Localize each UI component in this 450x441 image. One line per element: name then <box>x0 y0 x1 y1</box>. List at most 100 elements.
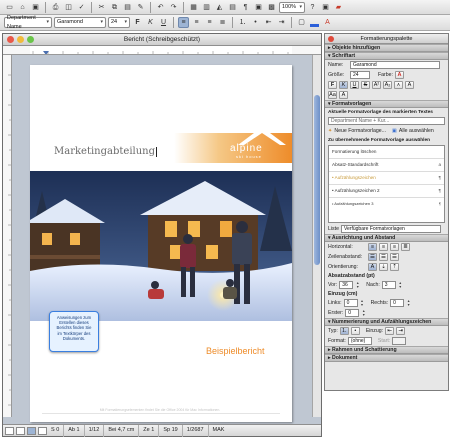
numbered-list-button[interactable]: ⒈ <box>339 327 349 335</box>
bold-toggle[interactable]: F <box>328 81 337 89</box>
cut-icon[interactable]: ✂ <box>96 2 107 13</box>
draft-view-button[interactable] <box>5 426 14 435</box>
increase-indent-button[interactable]: ⇥ <box>396 327 406 335</box>
copy-icon[interactable]: ⧉ <box>109 2 120 13</box>
style-list-item[interactable]: Absatz-Standardschrift a <box>329 159 444 172</box>
section-styles[interactable]: ▾ Formatvorlagen <box>325 100 448 108</box>
indent-left-field[interactable]: 0 <box>343 299 358 307</box>
winter-cabin-photo[interactable] <box>30 171 292 321</box>
close-window-button[interactable] <box>7 36 14 43</box>
font-select[interactable]: Garamond ▾ <box>54 17 106 28</box>
font-color-button[interactable]: A <box>395 71 404 79</box>
justify-icon[interactable]: ≣ <box>217 17 228 28</box>
increase-indent-icon[interactable]: ⇥ <box>276 17 287 28</box>
vertical-ruler[interactable] <box>3 55 12 417</box>
align-justify-button[interactable]: ≣ <box>401 243 410 251</box>
document-page[interactable]: alpine ski house Marketingabteilung Anwe… <box>30 65 292 422</box>
font-name-field[interactable]: Garamond <box>350 61 440 69</box>
one-half-spacing-button[interactable]: ☰ <box>379 253 388 261</box>
paragraph-mark-icon[interactable]: ¶ <box>240 2 251 13</box>
align-left-button[interactable]: ≡ <box>368 243 377 251</box>
report-title[interactable]: Beispielbericht <box>206 346 265 356</box>
align-center-icon[interactable]: ≡ <box>191 17 202 28</box>
style-list-item[interactable]: • Aufzählungszeichen ¶ <box>329 172 444 185</box>
italic-toggle[interactable]: K <box>339 81 348 89</box>
spelling-icon[interactable]: ✓ <box>76 2 87 13</box>
spacing-before-field[interactable]: 36 <box>339 281 354 289</box>
highlight-icon[interactable] <box>309 17 320 28</box>
bullets-icon[interactable]: • <box>250 17 261 28</box>
table-icon[interactable]: ▦ <box>188 2 199 13</box>
numbering-start-field[interactable] <box>392 337 407 345</box>
indent-first-stepper[interactable]: ▴ ▾ <box>361 309 366 317</box>
underline-button[interactable]: U <box>158 17 169 28</box>
underline-toggle[interactable]: U <box>350 81 359 89</box>
minimize-window-button[interactable] <box>17 36 24 43</box>
print-icon[interactable]: ⎙ <box>50 2 61 13</box>
indent-right-stepper[interactable]: ▴ ▾ <box>406 299 411 307</box>
align-right-button[interactable]: ≡ <box>390 243 399 251</box>
bold-button[interactable]: F <box>132 17 143 28</box>
vertical-scrollbar[interactable] <box>312 55 321 417</box>
style-list-filter-select[interactable]: Verfügbare Formatvorlagen <box>340 225 441 233</box>
italic-button[interactable]: K <box>145 17 156 28</box>
columns-icon[interactable]: ▥ <box>201 2 212 13</box>
subscript-toggle[interactable]: A₂ <box>383 81 392 89</box>
indent-right-field[interactable]: 0 <box>390 299 405 307</box>
toolbox-icon[interactable]: ▩ <box>266 2 277 13</box>
style-list-item[interactable]: • Aufzählungszeichen 3 ¶ <box>329 198 444 211</box>
outline-effect-toggle[interactable]: Aa <box>328 91 337 99</box>
section-borders[interactable]: ▸ Rahmen und Schattierung <box>325 346 448 354</box>
open-icon[interactable]: ⌂ <box>17 2 28 13</box>
border-icon[interactable]: ▢ <box>296 17 307 28</box>
formatting-palette-icon[interactable]: ▣ <box>320 2 331 13</box>
numbering-format-select[interactable]: (ohne) <box>347 337 372 345</box>
decrease-indent-icon[interactable]: ⇤ <box>263 17 274 28</box>
style-list[interactable]: Formatierung löschen Absatz-Standardschr… <box>328 145 445 223</box>
font-size-select[interactable]: 24 ▾ <box>108 17 130 28</box>
outline-view-button[interactable] <box>16 426 25 435</box>
small-caps-toggle[interactable]: ᴀ <box>394 81 403 89</box>
horizontal-ruler[interactable] <box>3 46 321 55</box>
redo-icon[interactable]: ↷ <box>168 2 179 13</box>
format-painter-icon[interactable]: ✎ <box>135 2 146 13</box>
new-document-icon[interactable]: ▭ <box>4 2 15 13</box>
current-style-field[interactable]: Department Name + Kur... <box>328 117 445 125</box>
font-size-field[interactable]: 24 <box>350 71 370 79</box>
bulleted-list-button[interactable]: • <box>350 327 360 335</box>
gallery-icon[interactable]: ▣ <box>253 2 264 13</box>
help-icon[interactable]: ? <box>307 2 318 13</box>
spacing-after-field[interactable]: 3 <box>381 281 396 289</box>
align-left-icon[interactable]: ≡ <box>178 17 189 28</box>
undo-icon[interactable]: ↶ <box>155 2 166 13</box>
instruction-note[interactable]: Anweisungen zum Erstellen dieses Bericht… <box>49 311 99 352</box>
section-numbering[interactable]: ▾ Nummerierung und Aufzählungszeichen <box>325 318 448 326</box>
notebook-view-button[interactable] <box>38 426 47 435</box>
new-style-link[interactable]: Neue Formatvorlage... <box>334 128 386 134</box>
drawing-icon[interactable]: ◭ <box>214 2 225 13</box>
section-alignment[interactable]: ▾ Ausrichtung und Abstand <box>325 234 448 242</box>
section-objects[interactable]: ▸ Objekte hinzufügen <box>325 44 448 52</box>
save-icon[interactable]: ▣ <box>30 2 41 13</box>
double-spacing-button[interactable]: ☰ <box>390 253 399 261</box>
shadow-effect-toggle[interactable]: A <box>339 91 348 99</box>
orientation-up-button[interactable]: ⇡ <box>390 263 399 271</box>
zoom-select[interactable]: 100% ▾ <box>279 1 305 13</box>
close-palette-button[interactable] <box>328 36 334 42</box>
document-map-icon[interactable]: ▤ <box>227 2 238 13</box>
numbering-icon[interactable]: ⒈ <box>237 17 248 28</box>
orientation-down-button[interactable]: ⇣ <box>379 263 388 271</box>
indent-first-field[interactable]: 0 <box>345 309 360 317</box>
print-preview-icon[interactable]: ◫ <box>63 2 74 13</box>
strikethrough-toggle[interactable]: S <box>361 81 370 89</box>
align-right-icon[interactable]: ≡ <box>204 17 215 28</box>
font-color-icon[interactable]: A <box>322 17 333 28</box>
select-all-link[interactable]: Alle auswählen <box>399 128 434 134</box>
section-font[interactable]: ▾ Schriftart <box>325 52 448 60</box>
decrease-indent-button[interactable]: ⇤ <box>385 327 395 335</box>
spacing-after-stepper[interactable]: ▴ ▾ <box>398 281 403 289</box>
indent-left-stepper[interactable]: ▴ ▾ <box>360 299 365 307</box>
scrollbar-thumb[interactable] <box>314 95 320 265</box>
style-select[interactable]: Department Name ▾ <box>4 15 52 30</box>
style-list-item[interactable]: • Aufzählungszeichen 2 ¶ <box>329 185 444 198</box>
